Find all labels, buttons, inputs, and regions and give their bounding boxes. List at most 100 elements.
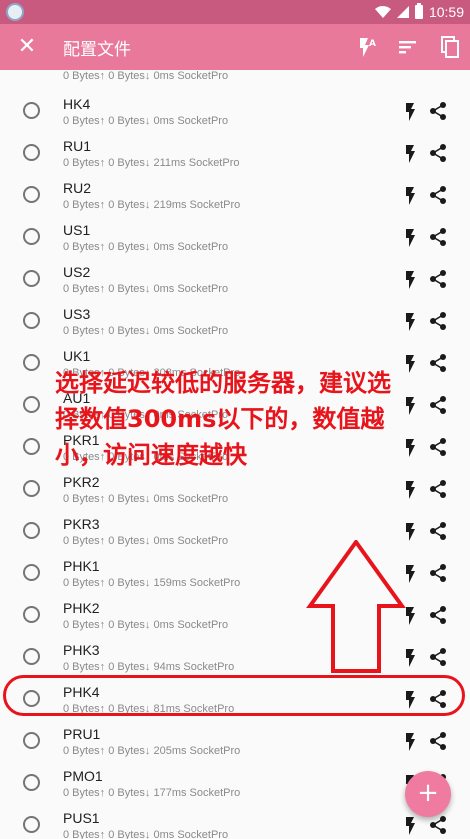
- annotation-line: 选择延迟较低的服务器，建议选: [55, 369, 391, 397]
- battery-icon: [414, 3, 423, 19]
- share-icon[interactable]: [429, 479, 447, 499]
- server-stats: 0 Bytes↑ 0 Bytes↓ 0ms SocketPro: [63, 829, 229, 839]
- flash-icon[interactable]: [403, 271, 417, 289]
- select-radio[interactable]: [23, 270, 40, 287]
- svg-text:A: A: [369, 39, 376, 49]
- select-radio[interactable]: [23, 522, 40, 539]
- server-stats: 0 Bytes↑ 0 Bytes↓ 177ms SocketPro: [63, 787, 241, 799]
- select-radio[interactable]: [23, 816, 40, 833]
- server-name: US1: [63, 222, 91, 238]
- share-icon[interactable]: [429, 563, 447, 583]
- share-icon[interactable]: [429, 101, 447, 121]
- share-icon[interactable]: [429, 521, 447, 541]
- server-name: PKR2: [63, 474, 100, 490]
- server-name: PRU1: [63, 726, 101, 742]
- server-name: RU2: [63, 180, 92, 196]
- page-title: 配置文件: [63, 40, 131, 60]
- select-radio[interactable]: [23, 144, 40, 161]
- copy-icon[interactable]: [436, 33, 464, 61]
- flash-a-icon[interactable]: A: [352, 33, 380, 61]
- server-stats: 0 Bytes↑ 0 Bytes↓ 94ms SocketPro: [63, 661, 235, 673]
- select-radio[interactable]: [23, 438, 40, 455]
- share-icon[interactable]: [429, 185, 447, 205]
- server-stats: 0 Bytes↑ 0 Bytes↓ 0ms SocketPro: [63, 241, 229, 253]
- server-name: HK4: [63, 96, 91, 112]
- server-name: UK1: [63, 348, 91, 364]
- select-radio[interactable]: [23, 354, 40, 371]
- list-item[interactable]: US2 0 Bytes↑ 0 Bytes↓ 0ms SocketPro: [0, 260, 470, 302]
- select-radio[interactable]: [23, 774, 40, 791]
- server-name: RU1: [63, 138, 92, 154]
- list-item[interactable]: US3 0 Bytes↑ 0 Bytes↓ 0ms SocketPro: [0, 302, 470, 344]
- flash-icon[interactable]: [403, 145, 417, 163]
- server-name: PHK3: [63, 642, 100, 658]
- list-item[interactable]: PUS1 0 Bytes↑ 0 Bytes↓ 0ms SocketPro: [0, 806, 470, 839]
- select-radio[interactable]: [23, 396, 40, 413]
- app-bar: ✕ 配置文件 A: [0, 24, 470, 70]
- server-stats: 0 Bytes↑ 0 Bytes↓ 219ms SocketPro: [63, 199, 241, 211]
- select-radio[interactable]: [23, 228, 40, 245]
- list-item[interactable]: RU2 0 Bytes↑ 0 Bytes↓ 219ms SocketPro: [0, 176, 470, 218]
- share-icon[interactable]: [429, 227, 447, 247]
- select-radio[interactable]: [23, 606, 40, 623]
- signal-icon: [396, 6, 409, 18]
- server-stats: 0 Bytes↑ 0 Bytes↓ 0ms SocketPro: [63, 283, 229, 295]
- server-name: US2: [63, 264, 91, 280]
- share-icon[interactable]: [429, 311, 447, 331]
- server-stats: 0 Bytes↑ 0 Bytes↓ 0ms SocketPro: [63, 535, 229, 547]
- list-item[interactable]: RU1 0 Bytes↑ 0 Bytes↓ 211ms SocketPro: [0, 134, 470, 176]
- flash-icon[interactable]: [403, 523, 417, 541]
- annotation-line: 择数值300ms以下的，数值越: [55, 405, 385, 433]
- list-item[interactable]: US1 0 Bytes↑ 0 Bytes↓ 0ms SocketPro: [0, 218, 470, 260]
- status-bar: 10:59: [0, 0, 470, 24]
- server-stats: 0 Bytes↑ 0 Bytes↓ 0ms SocketPro: [63, 70, 229, 82]
- flash-icon[interactable]: [403, 103, 417, 121]
- share-icon[interactable]: [429, 143, 447, 163]
- server-name: PKR3: [63, 516, 100, 532]
- share-icon[interactable]: [429, 647, 447, 667]
- share-icon[interactable]: [429, 731, 447, 751]
- flash-icon[interactable]: [403, 481, 417, 499]
- flash-icon[interactable]: [403, 229, 417, 247]
- server-stats: 0 Bytes↑ 0 Bytes↓ 211ms SocketPro: [63, 157, 240, 169]
- list-item[interactable]: HK4 0 Bytes↑ 0 Bytes↓ 0ms SocketPro: [0, 92, 470, 134]
- server-stats: 0 Bytes↑ 0 Bytes↓ 205ms SocketPro: [63, 745, 241, 757]
- server-name: US3: [63, 306, 91, 322]
- select-radio[interactable]: [23, 102, 40, 119]
- share-icon[interactable]: [429, 269, 447, 289]
- server-name: PHK1: [63, 558, 100, 574]
- notification-app-icon: [6, 3, 24, 21]
- wifi-icon: [374, 6, 391, 18]
- annotation-text: 选择延迟较低的服务器，建议选 择数值300ms以下的，数值越 小，访问速度越快: [55, 365, 455, 473]
- select-radio[interactable]: [23, 564, 40, 581]
- close-icon[interactable]: ✕: [12, 32, 42, 62]
- share-icon[interactable]: [429, 605, 447, 625]
- server-stats: 0 Bytes↑ 0 Bytes↓ 159ms SocketPro: [63, 577, 241, 589]
- status-icons: 10:59: [374, 3, 464, 21]
- server-stats: 0 Bytes↑ 0 Bytes↓ 0ms SocketPro: [63, 115, 229, 127]
- list-item[interactable]: PMO1 0 Bytes↑ 0 Bytes↓ 177ms SocketPro: [0, 764, 470, 806]
- sort-icon[interactable]: [394, 33, 422, 61]
- flash-icon[interactable]: [403, 733, 417, 751]
- select-radio[interactable]: [23, 648, 40, 665]
- flash-icon[interactable]: [403, 187, 417, 205]
- share-icon[interactable]: [429, 815, 447, 835]
- select-radio[interactable]: [23, 480, 40, 497]
- select-radio[interactable]: [23, 732, 40, 749]
- add-button[interactable]: +: [405, 771, 451, 817]
- server-name: PMO1: [63, 768, 103, 784]
- annotation-highlight: [3, 675, 465, 716]
- flash-icon[interactable]: [403, 313, 417, 331]
- list-item[interactable]: PKR2 0 Bytes↑ 0 Bytes↓ 0ms SocketPro: [0, 470, 470, 512]
- list-item[interactable]: PRU1 0 Bytes↑ 0 Bytes↓ 205ms SocketPro: [0, 722, 470, 764]
- flash-icon[interactable]: [403, 817, 417, 835]
- server-name: PUS1: [63, 810, 100, 826]
- list-item[interactable]: 0 Bytes↑ 0 Bytes↓ 0ms SocketPro: [0, 70, 470, 92]
- server-stats: 0 Bytes↑ 0 Bytes↓ 0ms SocketPro: [63, 619, 229, 631]
- select-radio[interactable]: [23, 312, 40, 329]
- annotation-arrow: [306, 540, 406, 673]
- select-radio[interactable]: [23, 186, 40, 203]
- annotation-line: 小，访问速度越快: [55, 441, 247, 469]
- clock: 10:59: [428, 4, 464, 20]
- server-name: PHK2: [63, 600, 100, 616]
